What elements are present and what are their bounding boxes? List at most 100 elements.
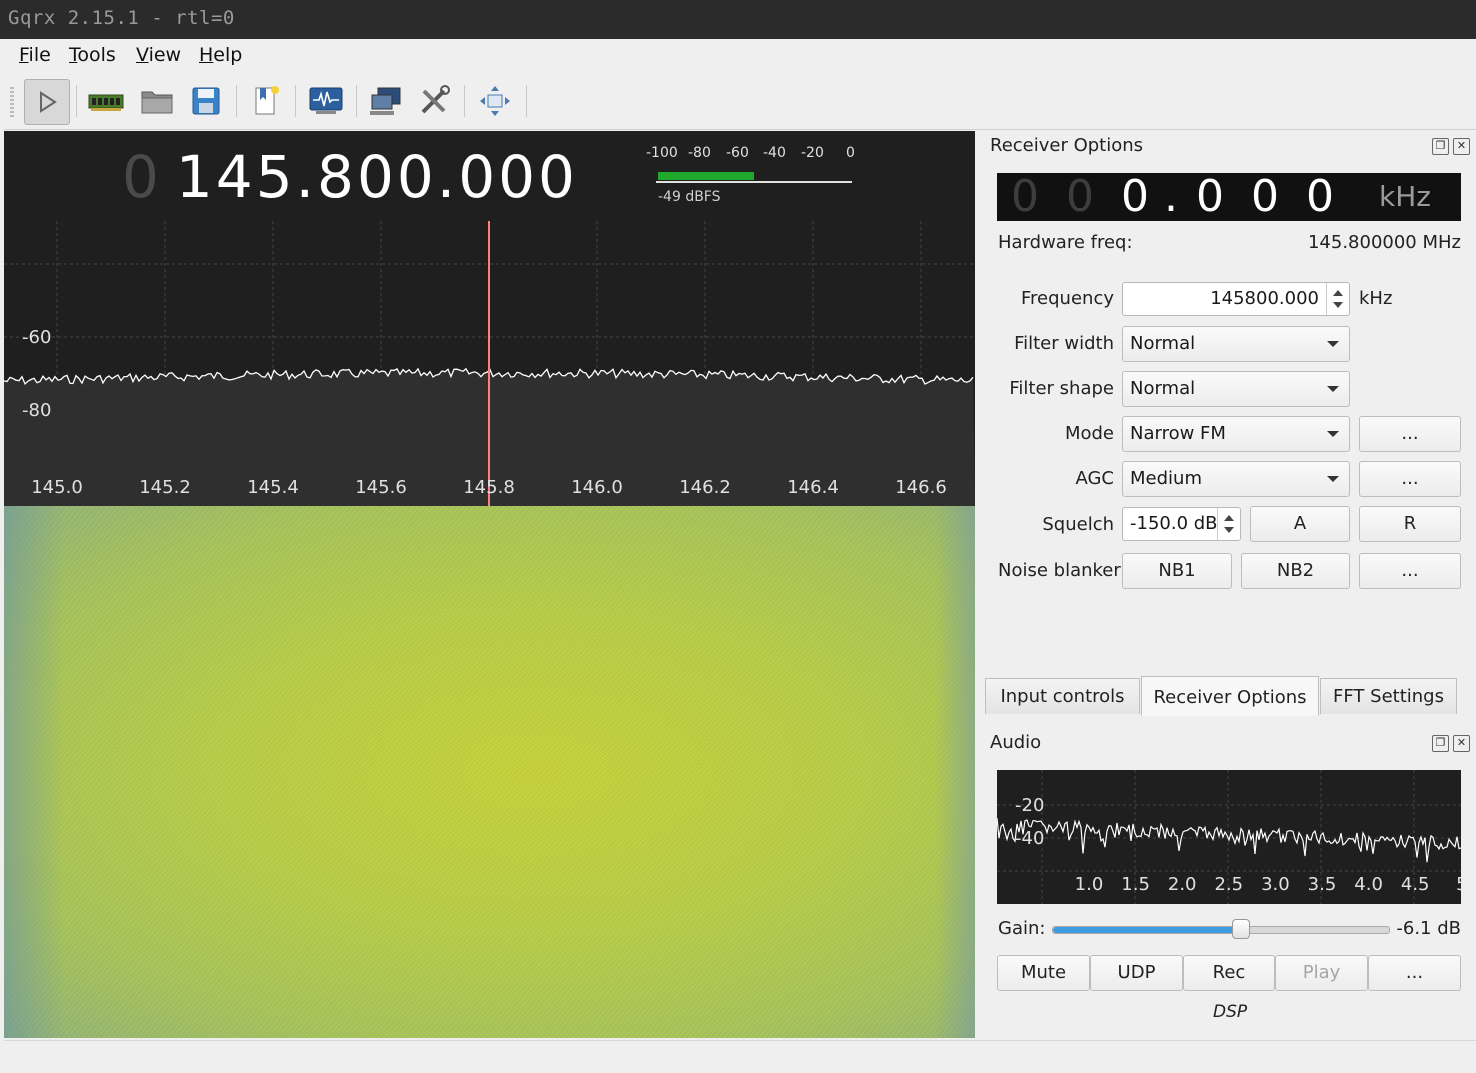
gain-slider-handle[interactable] — [1232, 919, 1251, 939]
gain-label: Gain: — [998, 918, 1046, 939]
waterfall-display[interactable] — [4, 506, 975, 1038]
chevron-down-icon — [1327, 386, 1339, 392]
gain-slider[interactable] — [1052, 919, 1390, 939]
audio-x-label: 1.5 — [1121, 874, 1150, 895]
nb1-button[interactable]: NB1 — [1122, 553, 1232, 589]
spin-down-icon[interactable] — [1333, 302, 1343, 308]
chevron-down-icon — [1327, 341, 1339, 347]
x-axis-label: 145.0 — [31, 477, 83, 498]
tools-button[interactable] — [412, 79, 456, 123]
agc-value: Medium — [1130, 468, 1202, 489]
x-axis-label: 146.2 — [679, 477, 731, 498]
open-button[interactable] — [135, 79, 179, 123]
audio-x-label: 1.0 — [1075, 874, 1104, 895]
toolbar-separator — [295, 85, 296, 117]
filter-shape-label: Filter shape — [1009, 378, 1114, 399]
toolbar-grip[interactable] — [10, 87, 14, 117]
tab-input-controls[interactable]: Input controls — [985, 678, 1140, 714]
lcd-unit: kHz — [1379, 180, 1431, 213]
waveform-button[interactable] — [304, 79, 348, 123]
play-button[interactable] — [24, 79, 70, 125]
frequency-label: Frequency — [1021, 288, 1114, 309]
audio-y-label: -40 — [1015, 828, 1044, 849]
offset-lcd-display[interactable]: 0 0 0 . 0 0 0 kHz — [997, 173, 1461, 221]
spin-down-icon[interactable] — [1224, 527, 1234, 533]
device-button[interactable] — [84, 79, 128, 123]
agc-options-button[interactable]: ... — [1359, 461, 1461, 497]
bookmark-button[interactable] — [244, 79, 288, 123]
dock-close-icon[interactable]: ✕ — [1453, 735, 1470, 752]
filter-width-value: Normal — [1130, 333, 1196, 354]
nb2-button[interactable]: NB2 — [1241, 553, 1350, 589]
menu-view[interactable]: View — [136, 44, 181, 66]
mute-button[interactable]: Mute — [997, 955, 1090, 991]
audio-x-label: 3.5 — [1308, 874, 1337, 895]
filter-width-combo[interactable]: Normal — [1122, 326, 1350, 362]
spectrum-graph: -60 -80 145.0 145.2 145.4 145.6 145.8 146.0 146.… — [4, 221, 975, 506]
udp-button[interactable]: UDP — [1090, 955, 1183, 991]
audio-options-button[interactable]: ... — [1368, 955, 1461, 991]
agc-combo[interactable]: Medium — [1122, 461, 1350, 497]
play-audio-button[interactable]: Play — [1275, 955, 1368, 991]
x-axis-label: 146.4 — [787, 477, 839, 498]
filter-shape-value: Normal — [1130, 378, 1196, 399]
toolbar-separator — [356, 85, 357, 117]
lcd-digit: 0 — [1306, 171, 1334, 222]
save-button[interactable] — [184, 79, 228, 123]
frequency-value: 145800.000 — [1210, 288, 1319, 309]
menu-help[interactable]: Help — [199, 44, 242, 66]
audio-x-label: 2.5 — [1214, 874, 1243, 895]
squelch-spin-arrows[interactable] — [1217, 508, 1240, 540]
waterfall-edge-right — [935, 506, 975, 1038]
x-axis-label: 145.4 — [247, 477, 299, 498]
lcd-digit: 0 — [1196, 171, 1224, 222]
spin-up-icon[interactable] — [1333, 290, 1343, 296]
receiver-options-title: Receiver Options — [990, 135, 1144, 156]
menu-file[interactable]: File — [19, 44, 51, 66]
filter-width-label: Filter width — [1014, 333, 1114, 354]
mode-options-button[interactable]: ... — [1359, 416, 1461, 452]
hardware-freq-value: 145.800000 MHz — [1307, 232, 1461, 253]
squelch-spinbox[interactable]: -150.0 dB — [1122, 507, 1241, 541]
lcd-digit: 0 — [1066, 171, 1094, 222]
record-button[interactable]: Rec — [1183, 955, 1275, 991]
audio-fft-graph: -20 -40 1.0 1.5 2.0 2.5 3.0 3.5 4.0 4.5 5 — [997, 770, 1461, 904]
audio-title: Audio — [990, 732, 1042, 753]
audio-panel: Audio ❐ ✕ -20 -40 1.0 1.5 2.0 2.5 3.0 3.5 4.0 4.5… — [983, 732, 1472, 1038]
lcd-digit: 0 — [1121, 171, 1149, 222]
toolbar-separator — [464, 85, 465, 117]
menu-tools[interactable]: Tools — [69, 44, 116, 66]
chevron-down-icon — [1327, 476, 1339, 482]
tab-fft-settings[interactable]: FFT Settings — [1320, 678, 1457, 714]
tab-receiver-options[interactable]: Receiver Options — [1141, 676, 1319, 716]
hardware-freq-label: Hardware freq: — [998, 232, 1133, 253]
audio-fft-plot[interactable]: -20 -40 1.0 1.5 2.0 2.5 3.0 3.5 4.0 4.5 5 — [997, 770, 1461, 904]
play-icon — [40, 91, 57, 113]
dock-close-icon[interactable]: ✕ — [1453, 138, 1470, 155]
audio-x-label: 3.0 — [1261, 874, 1290, 895]
remote-control-button[interactable] — [364, 79, 408, 123]
dsp-label: DSP — [1213, 1002, 1248, 1022]
frequency-spinbox[interactable]: 145800.000 — [1122, 282, 1350, 316]
dock-buttons: ❐ ✕ — [1432, 138, 1470, 156]
audio-x-label: 4.0 — [1354, 874, 1383, 895]
squelch-reset-button[interactable]: R — [1359, 506, 1461, 542]
dock-float-icon[interactable]: ❐ — [1432, 138, 1449, 155]
lcd-digit: 0 — [1251, 171, 1279, 222]
frequency-spin-arrows[interactable] — [1326, 283, 1349, 315]
filter-shape-combo[interactable]: Normal — [1122, 371, 1350, 407]
fullscreen-button[interactable] — [473, 79, 517, 123]
mode-combo[interactable]: Narrow FM — [1122, 416, 1350, 452]
x-axis-label: 146.6 — [895, 477, 947, 498]
spectrum-plot[interactable]: 0 145.800.000 -100 -80 -60 -40 -20 0 -49 … — [4, 131, 975, 506]
noise-blanker-options-button[interactable]: ... — [1359, 553, 1461, 589]
x-axis-label: 145.8 — [463, 477, 515, 498]
toolbar — [4, 73, 1476, 130]
chevron-down-icon — [1327, 431, 1339, 437]
audio-y-label: -20 — [1015, 795, 1044, 816]
spin-up-icon[interactable] — [1224, 515, 1234, 521]
squelch-auto-button[interactable]: A — [1250, 506, 1350, 542]
audio-trace — [997, 817, 1461, 863]
dock-float-icon[interactable]: ❐ — [1432, 735, 1449, 752]
menu-bar: File Tools View Help — [4, 39, 1476, 72]
